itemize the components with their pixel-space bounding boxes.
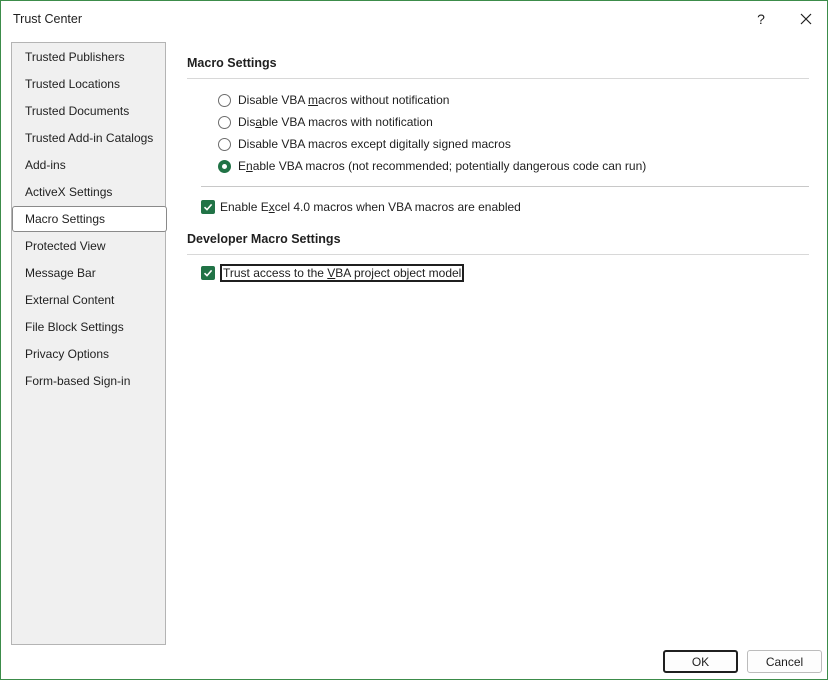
- checkmark-icon: [203, 203, 213, 211]
- ok-button[interactable]: OK: [663, 650, 738, 673]
- macro-settings-panel: Macro Settings Disable VBA macros withou…: [187, 41, 809, 641]
- checkmark-icon: [203, 269, 213, 277]
- radio-label: Disable VBA macros with notification: [238, 115, 433, 129]
- sidebar-item-activex-settings[interactable]: ActiveX Settings: [12, 179, 167, 205]
- checkbox-label: Trust access to the VBA project object m…: [220, 264, 465, 282]
- checkbox-checked[interactable]: [201, 266, 215, 280]
- sidebar-item-external-content[interactable]: External Content: [12, 287, 167, 313]
- sidebar-item-file-block-settings[interactable]: File Block Settings: [12, 314, 167, 340]
- help-button[interactable]: ?: [746, 7, 776, 31]
- sidebar-item-message-bar[interactable]: Message Bar: [12, 260, 167, 286]
- dialog-title: Trust Center: [13, 12, 83, 26]
- sidebar-item-trusted-add-in-catalogs[interactable]: Trusted Add-in Catalogs: [12, 125, 167, 151]
- developer-divider: [187, 254, 809, 255]
- radio-button[interactable]: [218, 93, 231, 107]
- sidebar-item-add-ins[interactable]: Add-ins: [12, 152, 167, 178]
- sidebar: Trusted Publishers Trusted Locations Tru…: [11, 42, 167, 645]
- checkbox-enable-excel4-macros[interactable]: Enable Excel 4.0 macros when VBA macros …: [201, 197, 521, 217]
- sidebar-item-macro-settings[interactable]: Macro Settings: [12, 206, 167, 232]
- macro-settings-heading: Macro Settings: [187, 56, 277, 70]
- sidebar-item-trusted-publishers[interactable]: Trusted Publishers: [12, 44, 167, 70]
- trust-center-dialog: Trust Center ? Trusted Publishers Truste…: [0, 0, 828, 680]
- checkbox-label: Enable Excel 4.0 macros when VBA macros …: [220, 200, 521, 214]
- checkbox-checked[interactable]: [201, 200, 215, 214]
- sidebar-item-privacy-options[interactable]: Privacy Options: [12, 341, 167, 367]
- macro-settings-divider: [187, 78, 809, 79]
- radio-enable-vba-macros[interactable]: Enable VBA macros (not recommended; pote…: [218, 156, 646, 176]
- radio-disable-without-notification[interactable]: Disable VBA macros without notification: [218, 90, 449, 110]
- radio-label: Disable VBA macros without notification: [238, 93, 450, 107]
- help-icon: ?: [757, 11, 765, 27]
- sidebar-item-protected-view[interactable]: Protected View: [12, 233, 167, 259]
- title-bar: Trust Center ?: [1, 1, 827, 37]
- sidebar-item-trusted-documents[interactable]: Trusted Documents: [12, 98, 167, 124]
- close-icon: [800, 13, 812, 25]
- sidebar-item-form-based-sign-in[interactable]: Form-based Sign-in: [12, 368, 167, 394]
- radio-disable-except-signed[interactable]: Disable VBA macros except digitally sign…: [218, 134, 511, 154]
- options-divider: [201, 186, 809, 187]
- radio-button[interactable]: [218, 115, 231, 129]
- radio-disable-with-notification[interactable]: Disable VBA macros with notification: [218, 112, 433, 132]
- radio-label: Disable VBA macros except digitally sign…: [238, 137, 511, 151]
- sidebar-item-trusted-locations[interactable]: Trusted Locations: [12, 71, 167, 97]
- cancel-button[interactable]: Cancel: [747, 650, 822, 673]
- developer-macro-settings-heading: Developer Macro Settings: [187, 232, 341, 246]
- radio-button[interactable]: [218, 137, 231, 151]
- radio-button-selected[interactable]: [218, 159, 231, 173]
- checkbox-trust-vba-object-model[interactable]: Trust access to the VBA project object m…: [201, 263, 465, 283]
- radio-label: Enable VBA macros (not recommended; pote…: [238, 159, 647, 173]
- close-button[interactable]: [791, 7, 821, 31]
